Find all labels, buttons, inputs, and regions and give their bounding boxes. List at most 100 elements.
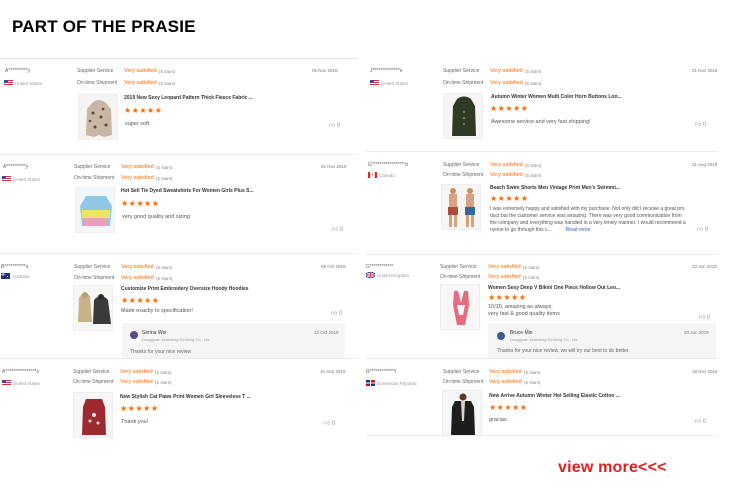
hoodie-image xyxy=(74,286,112,330)
product-title-link[interactable]: New Stylish Cat Paws Print Women Girl Sl… xyxy=(120,394,251,400)
ontime-shipment-label: On-time Shipment xyxy=(74,275,115,281)
helpful-button[interactable]: 👍︎ 0 xyxy=(324,419,335,427)
reviewer-country: United States xyxy=(15,81,43,86)
product-thumbnail[interactable] xyxy=(73,392,113,438)
reviewer-country: Australia xyxy=(12,274,30,279)
helpful-button[interactable]: 👍︎ 0 xyxy=(332,225,343,233)
product-thumbnail[interactable] xyxy=(75,187,115,233)
ontime-shipment-label: On-time Shipment xyxy=(74,175,115,181)
helpful-button[interactable]: 👍︎ 0 xyxy=(331,309,342,317)
supplier-service-label: Supplier Service xyxy=(443,369,480,375)
helpful-count: 0 xyxy=(338,311,343,317)
read-more-link[interactable]: Read more xyxy=(566,227,591,233)
product-thumbnail[interactable] xyxy=(440,284,480,330)
review-date: 19 Nov 2018 xyxy=(692,369,718,374)
supplier-service-label: Supplier Service xyxy=(443,162,480,168)
review-date: 09 Oct 2019 xyxy=(321,264,346,269)
helpful-count: 0 xyxy=(702,419,707,425)
supplier-service-value: Very satisfied xyxy=(490,68,523,74)
review-comment: gracias xyxy=(489,417,507,423)
product-title-link[interactable]: New Arrive Autumn Winter Hot Selling Ela… xyxy=(489,393,620,399)
product-thumbnail[interactable] xyxy=(73,285,113,331)
review-divider xyxy=(0,253,358,254)
helpful-count: 0 xyxy=(339,227,344,233)
helpful-button[interactable]: 👍︎ 0 xyxy=(695,120,706,128)
supplier-service-label: Supplier Service xyxy=(73,369,110,375)
ontime-shipment-stars: (5 stars) xyxy=(156,176,173,181)
review-divider xyxy=(0,358,358,359)
supplier-service-value: Very satisfied xyxy=(121,164,154,170)
helpful-button[interactable]: 👍︎ 0 xyxy=(697,225,708,233)
supplier-service-label: Supplier Service xyxy=(77,68,114,74)
review-comment: very good quality and sizing xyxy=(122,214,190,220)
rating-stars: ★★★★★ xyxy=(120,404,159,413)
seller-company: Dongguan Huisheng Clothing Co., Ltd xyxy=(510,337,578,342)
reviewer-country: Dominican Republic xyxy=(377,381,418,386)
ontime-shipment-label: On-time Shipment xyxy=(443,172,484,178)
review-divider xyxy=(366,254,718,255)
supplier-service-label: Supplier Service xyxy=(440,264,477,270)
do-flag-icon xyxy=(366,380,375,386)
ontime-shipment-stars: (5 stars) xyxy=(525,81,542,86)
rating-stars: ★★★★★ xyxy=(490,104,529,113)
helpful-count: 0 xyxy=(704,227,709,233)
helpful-button[interactable]: 👍︎ 0 xyxy=(699,313,710,321)
review-comment: Thank you! xyxy=(121,419,149,425)
product-title-link[interactable]: Hot Sell Tie Dyed Sweatshirts For Women … xyxy=(121,188,254,194)
reviewer-name: R*************l xyxy=(366,369,397,375)
review-comment: Made exactly to specification! xyxy=(121,308,193,314)
au-flag-icon xyxy=(1,273,10,279)
review-comment-line: I was extremely happy and satisfied with… xyxy=(490,206,685,212)
supplier-service-value: Very satisfied xyxy=(490,162,523,168)
reply-date: 20 Jun 2019 xyxy=(684,330,709,335)
seller-avatar xyxy=(497,332,505,340)
seller-avatar xyxy=(130,331,138,339)
ontime-shipment-stars: (5 stars) xyxy=(524,380,541,385)
review-comment-line: the company and everything was handled i… xyxy=(490,220,686,226)
us-flag-icon xyxy=(4,80,13,86)
ontime-shipment-label: On-time Shipment xyxy=(77,80,118,86)
review-date: 01 Nov 2019 xyxy=(321,164,347,169)
us-flag-icon xyxy=(2,176,11,182)
review-divider xyxy=(366,435,718,436)
thumbs-up-icon: 👍︎ xyxy=(329,123,336,129)
product-title-link[interactable]: Women Sexy Deep V Bikini One Piece Hollo… xyxy=(488,285,620,291)
product-title-link[interactable]: Autumn Winter Women Multi Color Horn But… xyxy=(491,94,622,100)
view-more-link[interactable]: view more<<< xyxy=(558,459,667,477)
review-divider xyxy=(0,154,358,155)
product-thumbnail[interactable] xyxy=(442,390,482,436)
reviewer-country: United States xyxy=(13,177,41,182)
reviewer-country: United States xyxy=(13,381,41,386)
product-title-link[interactable]: Beach Swim Shorts Men Vintage Print Men'… xyxy=(490,185,620,191)
ca-flag-icon xyxy=(368,172,377,178)
supplier-service-stars: (5 stars) xyxy=(525,69,542,74)
rating-stars: ★★★★★ xyxy=(124,106,163,115)
seller-reply: Serina Wei Dongguan Huisheng Clothing Co… xyxy=(122,323,345,358)
ontime-shipment-stars: (5 stars) xyxy=(525,173,542,178)
ontime-shipment-stars: (5 stars) xyxy=(155,380,172,385)
helpful-button[interactable]: 👍︎ 0 xyxy=(695,417,706,425)
product-thumbnail[interactable] xyxy=(443,93,483,139)
product-title-link[interactable]: 2019 New Sexy Leopard Pattern Thick Flee… xyxy=(124,95,253,101)
supplier-service-value: Very satisfied xyxy=(121,264,154,270)
review-comment-line: 10/10, amazing as always. xyxy=(488,304,553,310)
rating-stars: ★★★★★ xyxy=(488,293,527,302)
thumbs-up-icon: 👍︎ xyxy=(695,419,702,425)
helpful-count: 0 xyxy=(336,123,341,129)
reply-text: Thanks for your nice review, we will try… xyxy=(497,348,630,354)
us-flag-icon xyxy=(2,380,11,386)
thumbs-up-icon: 👍︎ xyxy=(699,315,706,321)
product-title-link[interactable]: Customize Print Embroidery Oversize Hood… xyxy=(121,286,249,292)
ontime-shipment-label: On-time Shipment xyxy=(73,379,114,385)
thumbs-up-icon: 👍︎ xyxy=(697,227,704,233)
us-flag-icon xyxy=(370,80,379,86)
helpful-button[interactable]: 👍︎ 0 xyxy=(329,121,340,129)
ontime-shipment-value: Very satisfied xyxy=(490,172,523,178)
ontime-shipment-label: On-time Shipment xyxy=(440,274,481,280)
review-date: 10 Sep 2019 xyxy=(320,369,346,374)
rating-stars: ★★★★★ xyxy=(489,403,528,412)
green-coat-image xyxy=(444,94,482,138)
product-thumbnail[interactable] xyxy=(441,184,481,230)
bikini-swimsuit-image xyxy=(441,285,479,329)
product-thumbnail[interactable] xyxy=(78,94,118,140)
